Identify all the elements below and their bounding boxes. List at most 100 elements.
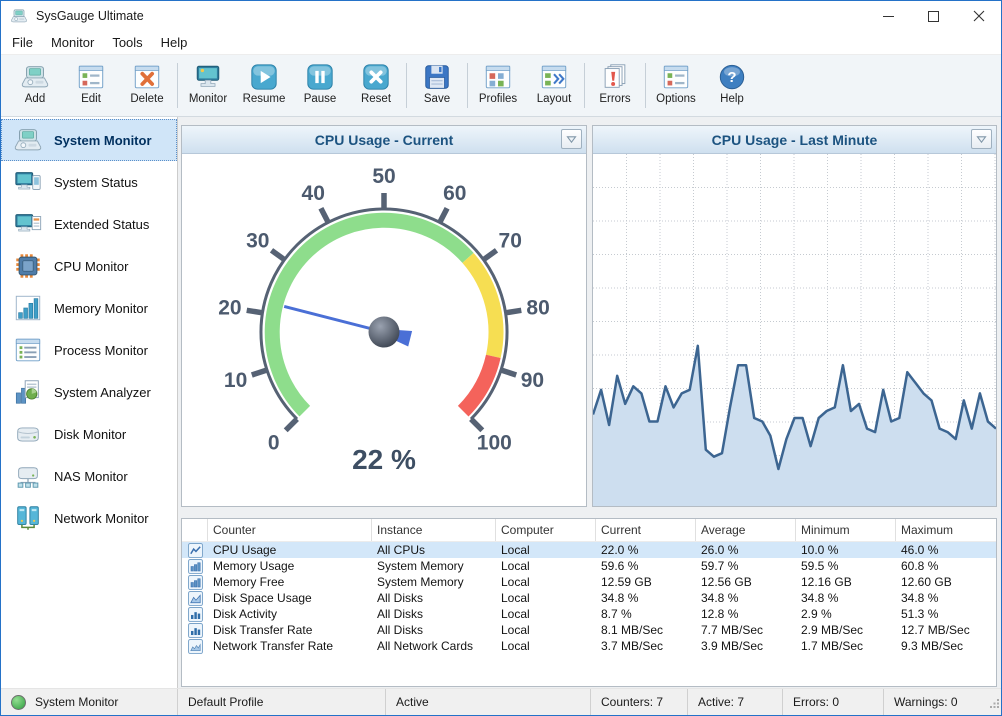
cell-average: 3.9 MB/Sec	[696, 639, 796, 653]
area-chart-icon	[182, 591, 208, 606]
status-monitor-name: System Monitor	[1, 689, 178, 715]
toolbar-group: Options?Help	[648, 55, 760, 116]
menu-file[interactable]: File	[3, 33, 42, 52]
status-warnings: Warnings: 0	[884, 689, 1001, 715]
cell-counter: Memory Free	[208, 575, 372, 589]
toolbar-separator	[467, 63, 468, 108]
table-row[interactable]: Network Transfer RateAll Network CardsLo…	[182, 638, 996, 654]
resize-grip[interactable]	[990, 695, 999, 713]
sidebar-item-label: System Status	[54, 175, 138, 190]
cell-minimum: 59.5 %	[796, 559, 896, 573]
menu-tools[interactable]: Tools	[103, 33, 151, 52]
cell-minimum: 1.7 MB/Sec	[796, 639, 896, 653]
cell-computer: Local	[496, 575, 596, 589]
toolbar-pause-button[interactable]: Pause	[292, 55, 348, 116]
sidebar-item-extended-status[interactable]: Extended Status	[1, 203, 177, 245]
status-label: Errors: 0	[793, 695, 839, 709]
column-header-minimum[interactable]: Minimum	[796, 519, 896, 541]
table-row[interactable]: Disk Transfer RateAll DisksLocal8.1 MB/S…	[182, 622, 996, 638]
gauge-panel-menu-button[interactable]	[561, 129, 582, 149]
column-header-average[interactable]: Average	[696, 519, 796, 541]
column-header-computer[interactable]: Computer	[496, 519, 596, 541]
cell-instance: System Memory	[372, 559, 496, 573]
cell-minimum: 2.9 %	[796, 607, 896, 621]
cell-maximum: 12.60 GB	[896, 575, 996, 589]
menu-monitor[interactable]: Monitor	[42, 33, 103, 52]
svg-text:100: 100	[477, 431, 512, 454]
column-header-maximum[interactable]: Maximum	[896, 519, 996, 541]
cell-maximum: 9.3 MB/Sec	[896, 639, 996, 653]
toolbar-errors-button[interactable]: Errors	[587, 55, 643, 116]
column-header-current[interactable]: Current	[596, 519, 696, 541]
sidebar-item-system-monitor[interactable]: System Monitor	[1, 119, 177, 161]
history-chart-panel: CPU Usage - Last Minute	[592, 125, 997, 507]
sidebar-item-process-monitor[interactable]: Process Monitor	[1, 329, 177, 371]
sidebar-item-label: Process Monitor	[54, 343, 148, 358]
bars2-chart-icon	[182, 623, 208, 638]
table-row[interactable]: Disk Space UsageAll DisksLocal34.8 %34.8…	[182, 590, 996, 606]
toolbar-monitor-button[interactable]: Monitor	[180, 55, 236, 116]
system-status-icon	[13, 167, 43, 197]
toolbar-layout-button[interactable]: Layout	[526, 55, 582, 116]
cell-computer: Local	[496, 623, 596, 637]
column-header-instance[interactable]: Instance	[372, 519, 496, 541]
sidebar-item-system-analyzer[interactable]: System Analyzer	[1, 371, 177, 413]
toolbar-button-label: Errors	[599, 93, 630, 105]
cell-current: 59.6 %	[596, 559, 696, 573]
cell-computer: Local	[496, 607, 596, 621]
toolbar-options-button[interactable]: Options	[648, 55, 704, 116]
toolbar-profiles-button[interactable]: Profiles	[470, 55, 526, 116]
maximize-button[interactable]	[911, 1, 956, 31]
toolbar-edit-button[interactable]: Edit	[63, 55, 119, 116]
svg-text:0: 0	[268, 431, 280, 454]
sidebar-item-nas-monitor[interactable]: NAS Monitor	[1, 455, 177, 497]
svg-text:90: 90	[521, 369, 544, 392]
chart-panel-header: CPU Usage - Last Minute	[593, 126, 996, 154]
table-row[interactable]: Memory FreeSystem MemoryLocal12.59 GB12.…	[182, 574, 996, 590]
status-active-count: Active: 7	[688, 689, 783, 715]
toolbar-reset-button[interactable]: Reset	[348, 55, 404, 116]
cell-current: 8.7 %	[596, 607, 696, 621]
minimize-button[interactable]	[866, 1, 911, 31]
chart-panel-menu-button[interactable]	[971, 129, 992, 149]
maximize-icon	[928, 11, 939, 22]
cell-instance: All Disks	[372, 607, 496, 621]
add-icon	[20, 62, 50, 92]
nas-monitor-icon	[13, 461, 43, 491]
cell-computer: Local	[496, 543, 596, 557]
sidebar-item-cpu-monitor[interactable]: CPU Monitor	[1, 245, 177, 287]
column-header-icon[interactable]	[182, 519, 208, 541]
toolbar-resume-button[interactable]: Resume	[236, 55, 292, 116]
cell-minimum: 34.8 %	[796, 591, 896, 605]
toolbar-help-button[interactable]: ?Help	[704, 55, 760, 116]
status-label: Counters: 7	[601, 695, 663, 709]
sidebar-item-network-monitor[interactable]: Network Monitor	[1, 497, 177, 539]
status-bar: System MonitorDefault ProfileActiveCount…	[1, 688, 1001, 715]
main-area: System Monitor System Status Extended Stat…	[1, 117, 1001, 689]
layout-icon	[539, 62, 569, 92]
table-row[interactable]: Disk ActivityAll DisksLocal8.7 %12.8 %2.…	[182, 606, 996, 622]
table-row[interactable]: CPU UsageAll CPUsLocal22.0 %26.0 %10.0 %…	[182, 542, 996, 558]
sidebar-item-label: System Analyzer	[54, 385, 151, 400]
cpu-history-chart	[593, 154, 996, 506]
cell-maximum: 12.7 MB/Sec	[896, 623, 996, 637]
toolbar-save-button[interactable]: Save	[409, 55, 465, 116]
sidebar-item-memory-monitor[interactable]: Memory Monitor	[1, 287, 177, 329]
disk-monitor-icon	[13, 419, 43, 449]
close-button[interactable]	[956, 1, 1001, 31]
cell-counter: Disk Space Usage	[208, 591, 372, 605]
status-label: Warnings: 0	[894, 695, 958, 709]
menu-help[interactable]: Help	[152, 33, 197, 52]
toolbar-add-button[interactable]: Add	[7, 55, 63, 116]
cell-current: 8.1 MB/Sec	[596, 623, 696, 637]
table-row[interactable]: Memory UsageSystem MemoryLocal59.6 %59.7…	[182, 558, 996, 574]
window-title: SysGauge Ultimate	[36, 9, 144, 23]
toolbar-button-label: Layout	[537, 93, 572, 105]
column-header-counter[interactable]: Counter	[208, 519, 372, 541]
sidebar-item-system-status[interactable]: System Status	[1, 161, 177, 203]
toolbar-delete-button[interactable]: Delete	[119, 55, 175, 116]
svg-text:30: 30	[246, 229, 269, 252]
edit-icon	[76, 62, 106, 92]
cell-current: 34.8 %	[596, 591, 696, 605]
sidebar-item-disk-monitor[interactable]: Disk Monitor	[1, 413, 177, 455]
